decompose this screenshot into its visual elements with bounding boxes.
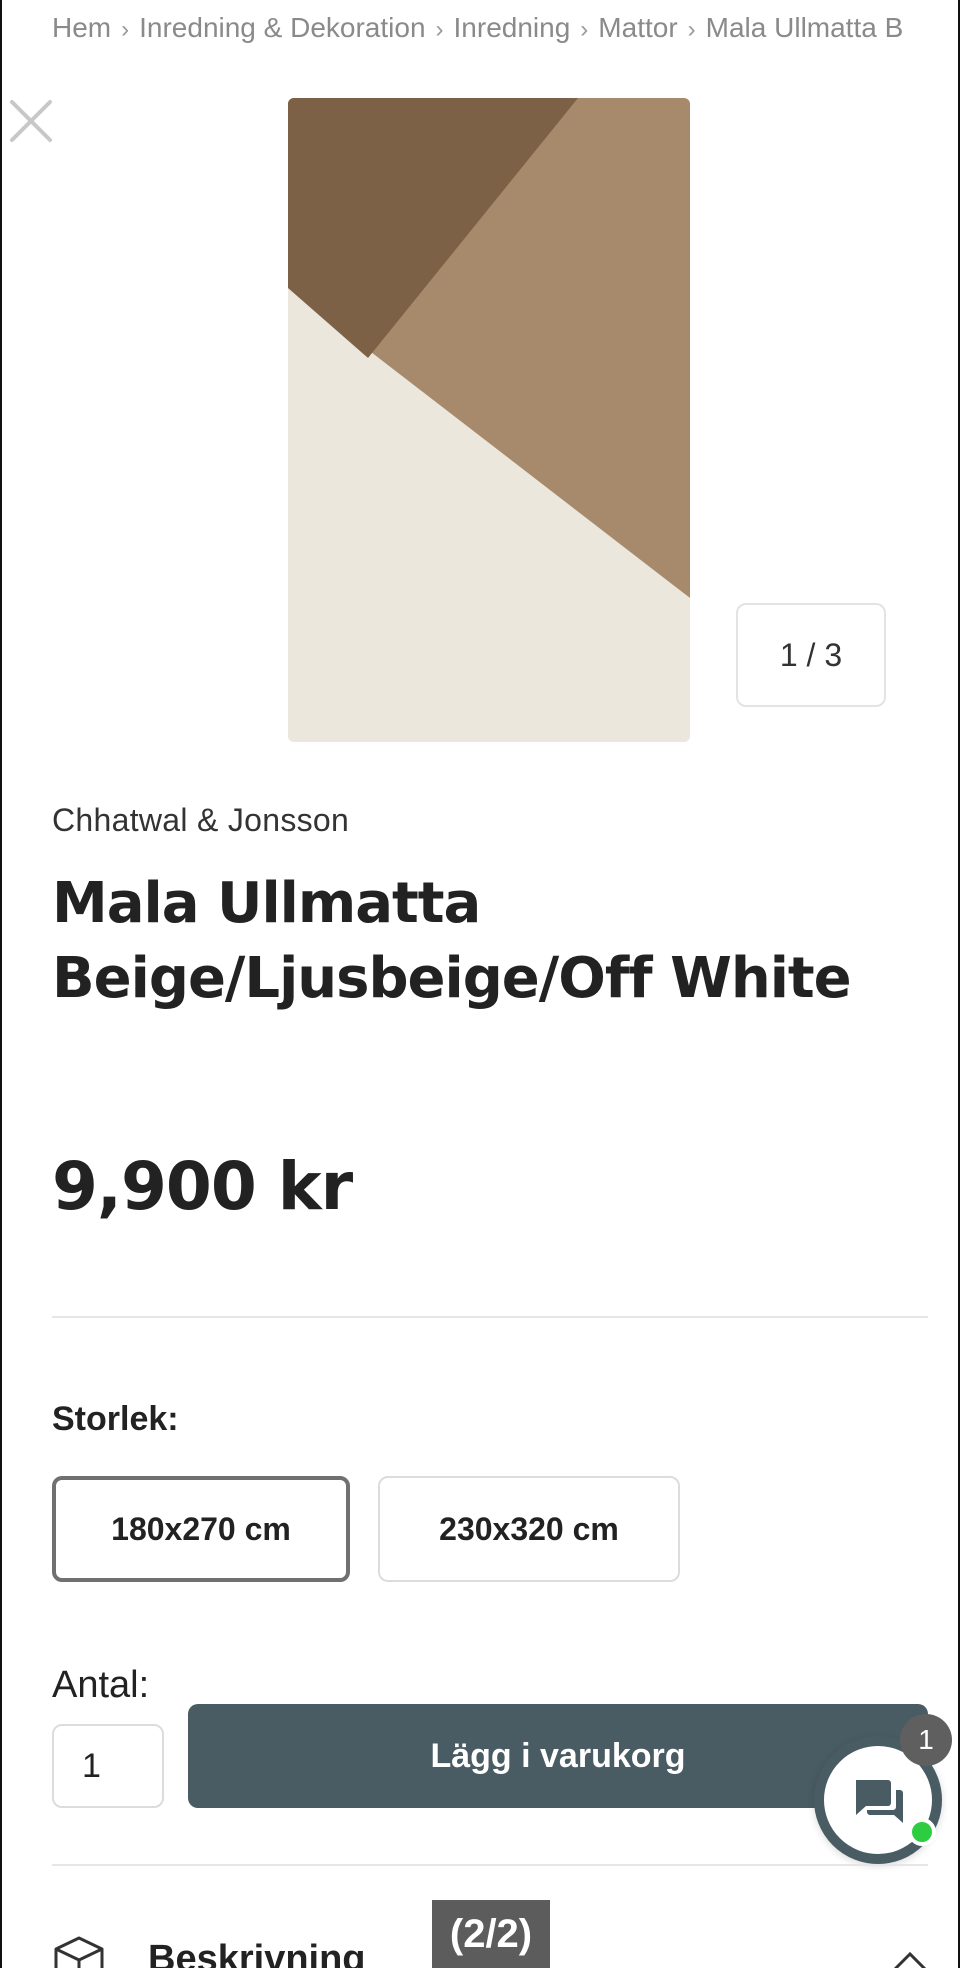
product-title-line1: Mala Ullmatta [52, 871, 481, 936]
close-icon[interactable] [6, 96, 56, 146]
breadcrumb-item-home[interactable]: Hem [52, 12, 111, 43]
chat-badge: 1 [900, 1714, 952, 1766]
breadcrumb-separator: › [687, 16, 696, 43]
box-icon [54, 1936, 104, 1968]
breadcrumb-separator: › [121, 16, 130, 43]
product-page: Hem › Inredning & Dekoration › Inredning › Mat… [0, 0, 960, 1968]
breadcrumb-item-inredning-dekoration[interactable]: Inredning & Dekoration [139, 12, 425, 43]
breadcrumb-item-mattor[interactable]: Mattor [598, 12, 677, 43]
divider [52, 1316, 928, 1318]
page-indicator-overlay: (2/2) [432, 1900, 550, 1968]
online-status-dot [908, 1818, 936, 1846]
product-price: 9,900 kr [52, 1148, 353, 1225]
breadcrumb-item-inredning[interactable]: Inredning [454, 12, 571, 43]
image-counter[interactable]: 1 / 3 [736, 603, 886, 707]
chat-icon [856, 1780, 903, 1823]
product-title: Mala Ullmatta Beige/Ljusbeige/Off White [52, 866, 892, 1016]
quantity-label: Antal: [52, 1664, 150, 1706]
size-option-180x270[interactable]: 180x270 cm [52, 1476, 350, 1582]
chevron-up-icon [893, 1951, 927, 1968]
product-title-line2: Beige/Ljusbeige/Off White [52, 946, 852, 1011]
description-label: Beskrivning [148, 1938, 366, 1968]
brand-name[interactable]: Chhatwal & Jonsson [52, 802, 349, 839]
size-label: Storlek: [52, 1400, 179, 1438]
breadcrumb-separator: › [435, 16, 444, 43]
size-option-230x320[interactable]: 230x320 cm [378, 1476, 680, 1582]
breadcrumb: Hem › Inredning & Dekoration › Inredning › Mat… [52, 12, 932, 44]
breadcrumb-item-current: Mala Ullmatta B [705, 12, 904, 43]
divider [52, 1864, 928, 1866]
product-image[interactable] [288, 98, 690, 742]
quantity-input[interactable] [52, 1724, 164, 1808]
breadcrumb-separator: › [580, 16, 589, 43]
